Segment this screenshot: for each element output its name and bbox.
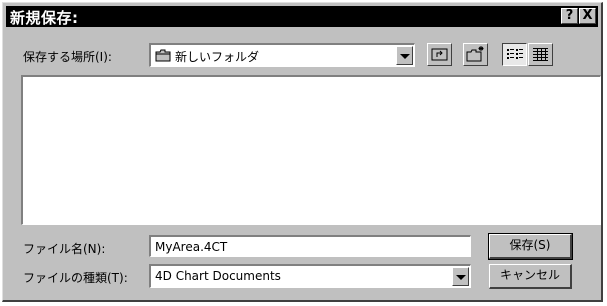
save-button[interactable]: 保存(S): [488, 233, 573, 260]
chevron-down-icon: [456, 275, 466, 280]
location-value: 新しいフォルダ: [175, 50, 260, 64]
save-button-label: 保存(S): [509, 238, 551, 252]
cancel-button-label: キャンセル: [499, 268, 560, 282]
location-combobox[interactable]: 新しいフォルダ: [149, 43, 415, 67]
save-dialog: 新規保存: ? X 保存する場所(I): 新しいフォルダ ファイル名(N): M…: [2, 2, 603, 302]
filetype-dropdown-button[interactable]: [452, 267, 469, 286]
window-title: 新規保存:: [10, 9, 79, 27]
details-view-icon: [533, 48, 548, 61]
close-button[interactable]: X: [579, 8, 596, 24]
up-one-level-icon: [431, 48, 448, 61]
filename-value: MyArea.4CT: [155, 240, 228, 254]
folder-icon: [155, 49, 171, 65]
new-folder-button[interactable]: [463, 43, 488, 66]
filename-label: ファイル名(N):: [23, 242, 106, 256]
details-view-button[interactable]: [528, 43, 553, 66]
filetype-label: ファイルの種類(T):: [23, 271, 128, 285]
cancel-button[interactable]: キャンセル: [489, 264, 572, 289]
filetype-combobox[interactable]: 4D Chart Documents: [149, 264, 471, 288]
up-one-level-button[interactable]: [427, 43, 452, 66]
new-folder-icon: [466, 46, 484, 62]
file-list-area[interactable]: [21, 75, 601, 225]
location-dropdown-button[interactable]: [396, 46, 413, 65]
location-label: 保存する場所(I):: [23, 50, 112, 64]
filetype-value: 4D Chart Documents: [155, 269, 281, 283]
chevron-down-icon: [400, 54, 410, 59]
close-icon: X: [582, 8, 593, 23]
filename-input[interactable]: MyArea.4CT: [149, 235, 471, 257]
list-view-icon: [507, 49, 523, 59]
list-view-button[interactable]: [502, 43, 527, 66]
help-button[interactable]: ?: [561, 8, 578, 24]
title-bar[interactable]: 新規保存: ? X: [6, 6, 598, 27]
help-icon: ?: [565, 8, 574, 23]
